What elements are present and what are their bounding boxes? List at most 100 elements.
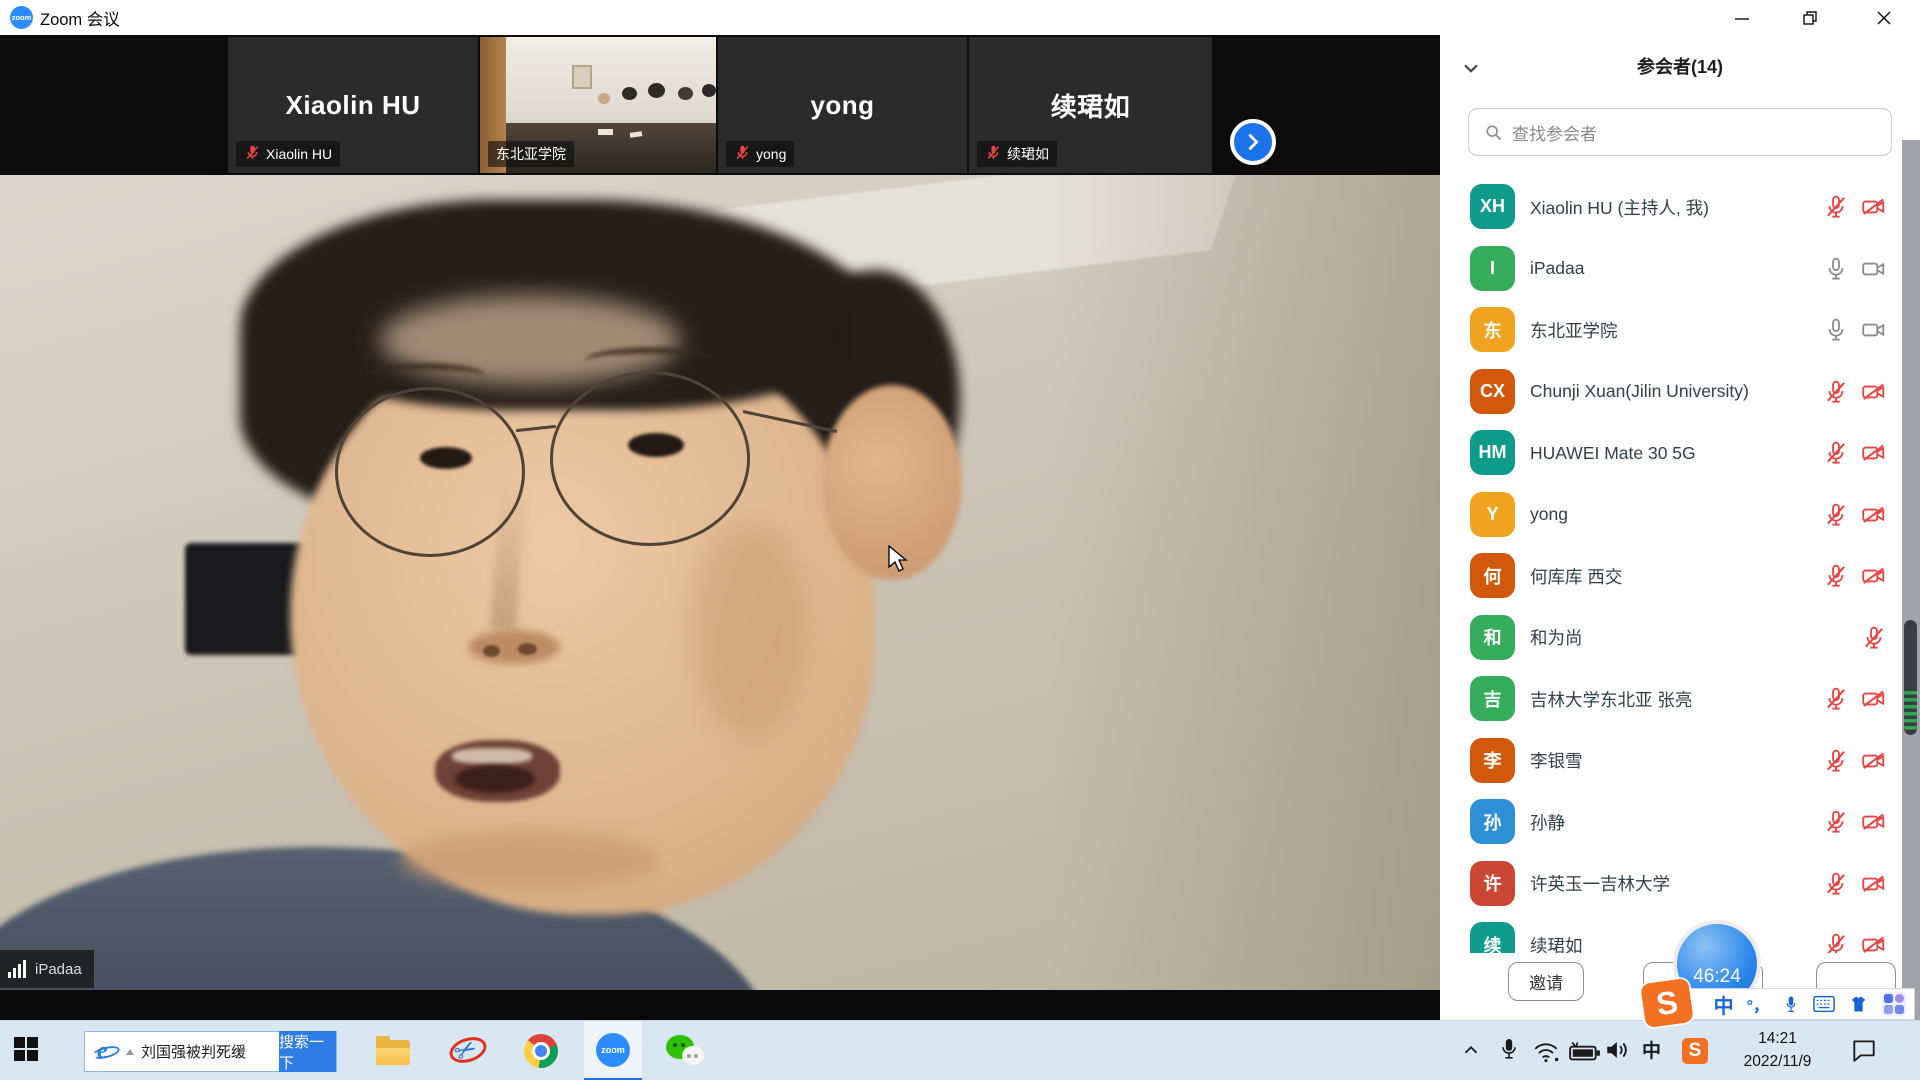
- filmstrip-tile-xiaolin-hu[interactable]: Xiaolin HU Xiaolin HU: [228, 37, 478, 173]
- avatar: CX: [1470, 369, 1515, 414]
- chevron-right-icon: [1242, 131, 1264, 153]
- avatar: XH: [1470, 184, 1515, 229]
- letterbox: [0, 990, 1440, 1020]
- participants-panel: 参会者(14) 查找参会者 XH Xiaolin HU (主持人, 我) I i…: [1440, 35, 1920, 1020]
- invite-button[interactable]: 邀请: [1508, 962, 1584, 1001]
- avatar: 孙: [1470, 799, 1515, 844]
- start-button[interactable]: [14, 1037, 38, 1061]
- window-titlebar: zoom Zoom 会议: [0, 0, 1920, 35]
- participant-row[interactable]: XH Xiaolin HU (主持人, 我): [1440, 176, 1902, 238]
- avatar: HM: [1470, 430, 1515, 475]
- participant-row[interactable]: 李 李银雪: [1440, 730, 1902, 792]
- camera-muted-icon: [1860, 809, 1887, 835]
- participant-list: XH Xiaolin HU (主持人, 我) I iPadaa 东 东北亚学院 …: [1440, 170, 1902, 953]
- search-participants-input[interactable]: 查找参会者: [1468, 108, 1892, 156]
- mic-muted-icon: [1823, 871, 1849, 897]
- mic-muted-icon: [1823, 932, 1849, 953]
- sogou-logo-icon[interactable]: S: [1640, 978, 1694, 1028]
- participant-name: 吉林大学东北亚 张亮: [1530, 668, 1692, 730]
- participant-row[interactable]: HM HUAWEI Mate 30 5G: [1440, 422, 1902, 484]
- participant-name: 孙静: [1530, 791, 1565, 853]
- minimize-button[interactable]: [1719, 0, 1765, 35]
- sogou-icon: S: [1682, 1038, 1708, 1064]
- main-video: iPadaa: [0, 175, 1440, 990]
- participant-name: 续珺如: [1530, 914, 1583, 953]
- chrome-button[interactable]: [524, 1034, 558, 1068]
- participant-row[interactable]: 何 何库库 西交: [1440, 545, 1902, 607]
- mic-on-icon: [1823, 317, 1849, 343]
- glasses-left-lens: [335, 387, 525, 557]
- filmstrip-tile-classroom[interactable]: 东北亚学院: [480, 37, 716, 173]
- skin-icon[interactable]: [1848, 994, 1869, 1014]
- participant-row[interactable]: Y yong: [1440, 484, 1902, 546]
- camera-muted-icon: [1860, 440, 1887, 466]
- mic-muted-icon: [1861, 625, 1887, 651]
- file-explorer-button[interactable]: [376, 1037, 410, 1065]
- ime-zh-icon: 中: [1642, 1036, 1661, 1063]
- restore-button[interactable]: [1787, 0, 1833, 35]
- wifi-icon: [1532, 1039, 1562, 1065]
- participant-av-status: [1823, 299, 1887, 361]
- mic-muted-icon: [1823, 440, 1849, 466]
- ime-mode-button[interactable]: 中: [1714, 990, 1734, 1019]
- participant-row[interactable]: 东 东北亚学院: [1440, 299, 1902, 361]
- muted-mic-icon: [985, 144, 1002, 161]
- participant-row[interactable]: 吉 吉林大学东北亚 张亮: [1440, 668, 1902, 730]
- avatar: 东: [1470, 307, 1515, 352]
- glasses-right-lens: [550, 371, 750, 546]
- participant-row[interactable]: CX Chunji Xuan(Jilin University): [1440, 361, 1902, 423]
- tray-expand-button[interactable]: [1458, 1039, 1484, 1061]
- sogou-ime-toolbar: 中 °，: [1662, 988, 1915, 1020]
- participant-row[interactable]: 和 和为尚: [1440, 607, 1902, 669]
- avatar: 李: [1470, 738, 1515, 783]
- participant-row[interactable]: 续 续珺如: [1440, 914, 1902, 953]
- close-icon: [1872, 6, 1896, 30]
- participant-row[interactable]: 许 许英玉一吉林大学: [1440, 853, 1902, 915]
- mic-muted-icon: [1823, 748, 1849, 774]
- zoom-app-icon: zoom: [596, 1033, 630, 1067]
- mic-muted-icon: [1823, 563, 1849, 589]
- muted-mic-icon: [734, 144, 751, 164]
- scrollbar-thumb[interactable]: [1904, 620, 1917, 735]
- search-go-button[interactable]: 搜索一下: [279, 1031, 336, 1072]
- tray-ime-mode[interactable]: 中: [1642, 1036, 1661, 1063]
- clock-date: 2022/11/9: [1725, 1050, 1830, 1073]
- participant-row[interactable]: 孙 孙静: [1440, 791, 1902, 853]
- tile-label: 东北亚学院: [488, 141, 574, 167]
- action-center-button[interactable]: [1850, 1037, 1878, 1063]
- camera-on-icon: [1860, 317, 1887, 343]
- taskbar-search-widget[interactable]: e 刘国强被判死缓 搜索一下: [84, 1031, 337, 1072]
- filmstrip-tile-yong[interactable]: yong yong: [718, 37, 967, 173]
- sogou-tools-icon[interactable]: [1882, 992, 1906, 1016]
- screenshot-tool-button[interactable]: ✂: [448, 1034, 488, 1068]
- mic-on-icon: [1823, 256, 1849, 282]
- tray-volume[interactable]: [1604, 1037, 1634, 1063]
- video-filmstrip: Xiaolin HU Xiaolin HU 东北亚学院 yong: [0, 35, 1440, 175]
- muted-mic-icon: [734, 144, 751, 161]
- next-page-button[interactable]: [1230, 119, 1276, 165]
- taskbar-clock[interactable]: 14:21 2022/11/9: [1725, 1027, 1830, 1074]
- tray-network[interactable]: [1532, 1039, 1562, 1065]
- signal-bars-icon: [8, 960, 28, 978]
- soft-keyboard-icon[interactable]: [1813, 995, 1835, 1013]
- wechat-button[interactable]: [666, 1035, 706, 1069]
- participant-av-status: [1823, 176, 1887, 238]
- muted-mic-icon: [244, 144, 261, 161]
- scrollbar[interactable]: [1902, 140, 1920, 1020]
- camera-muted-icon: [1860, 748, 1887, 774]
- camera-muted-icon: [1860, 563, 1887, 589]
- avatar: 吉: [1470, 676, 1515, 721]
- filmstrip-tile-xujunru[interactable]: 续珺如 续珺如: [969, 37, 1212, 173]
- camera-muted-icon: [1860, 379, 1887, 405]
- voice-input-icon[interactable]: [1782, 994, 1800, 1014]
- participant-av-status: [1823, 853, 1887, 915]
- close-button[interactable]: [1861, 0, 1907, 35]
- avatar: Y: [1470, 492, 1515, 537]
- tray-sogou[interactable]: S: [1682, 1038, 1708, 1064]
- punctuation-button[interactable]: °，: [1747, 992, 1769, 1016]
- participant-row[interactable]: I iPadaa: [1440, 238, 1902, 300]
- tray-battery[interactable]: [1568, 1041, 1602, 1063]
- mic-muted-icon: [1823, 379, 1849, 405]
- tray-microphone[interactable]: [1498, 1035, 1520, 1065]
- zoom-app-button-active[interactable]: zoom: [584, 1021, 642, 1080]
